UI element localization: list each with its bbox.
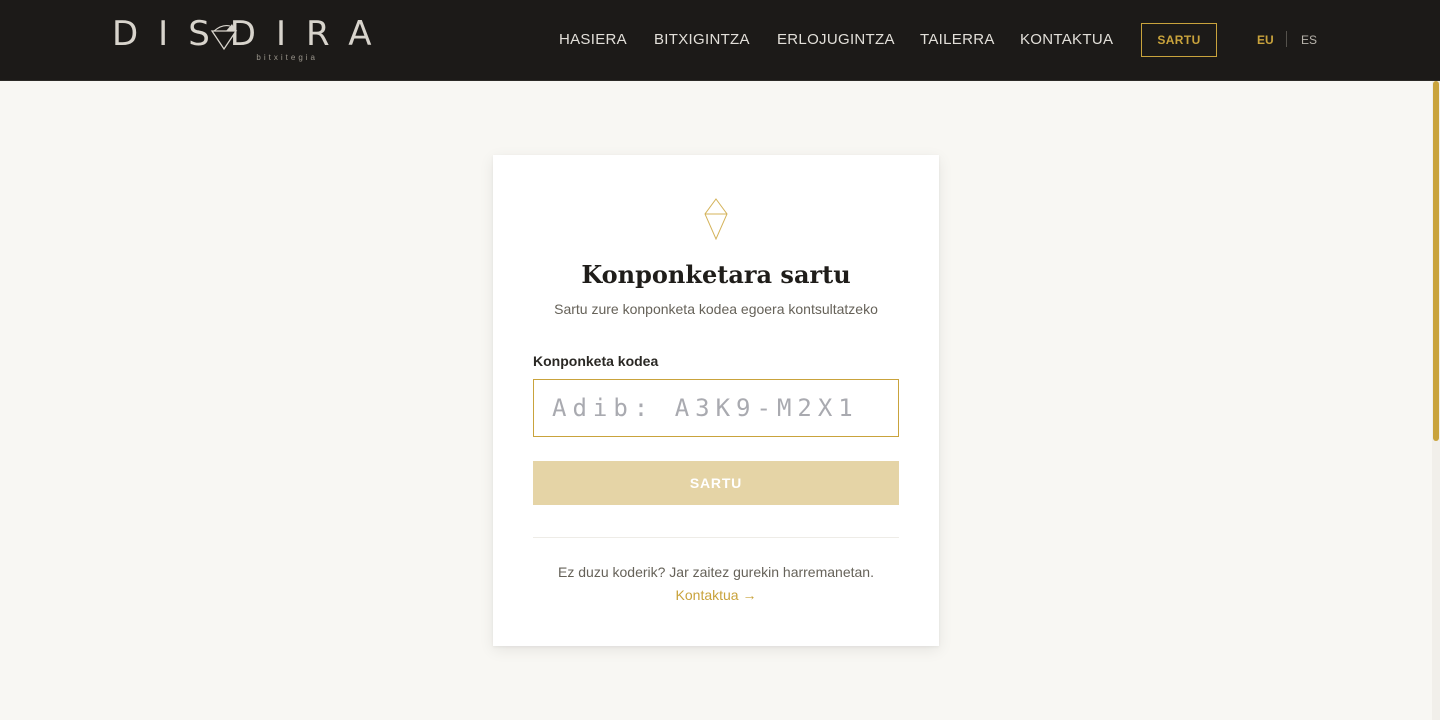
logo-wordmark: DISDIRA: [112, 14, 392, 54]
nav-item-kontaktua[interactable]: KONTAKTUA: [1020, 30, 1113, 50]
divider: [533, 537, 899, 538]
scrollbar[interactable]: [1432, 81, 1440, 720]
repair-code-input[interactable]: [533, 379, 899, 437]
logo[interactable]: DISDIRA bitxitegia: [112, 12, 372, 68]
contact-link[interactable]: Kontaktua →: [493, 586, 939, 604]
scrollbar-thumb[interactable]: [1433, 81, 1439, 441]
nav-item-erlojugintza[interactable]: ERLOJUGINTZA: [777, 30, 895, 50]
nav-item-bitxigintza[interactable]: BITXIGINTZA: [654, 30, 750, 50]
language-eu[interactable]: EU: [1257, 32, 1274, 48]
help-text: Ez duzu koderik? Jar zaitez gurekin harr…: [558, 564, 874, 580]
logo-diamond-icon: [210, 24, 238, 51]
language-divider: [1286, 31, 1287, 47]
page-title: Konponketara sartu: [581, 260, 851, 289]
page-subtitle: Sartu zure konponketa kodea egoera konts…: [554, 301, 878, 317]
language-es[interactable]: ES: [1301, 32, 1317, 48]
logo-tagline: bitxitegia: [256, 53, 318, 62]
nav-item-hasiera[interactable]: HASIERA: [559, 30, 627, 50]
diamond-icon: [704, 198, 728, 240]
submit-button[interactable]: SARTU: [533, 461, 899, 505]
repair-code-label: Konponketa kodea: [533, 353, 659, 369]
nav-item-tailerra[interactable]: TAILERRA: [920, 30, 995, 50]
access-card: Konponketara sartu Sartu zure konponketa…: [493, 155, 939, 646]
site-header: DISDIRA bitxitegia HASIERA BITXIGINTZA E…: [0, 0, 1440, 81]
login-button[interactable]: SARTU: [1141, 23, 1217, 57]
